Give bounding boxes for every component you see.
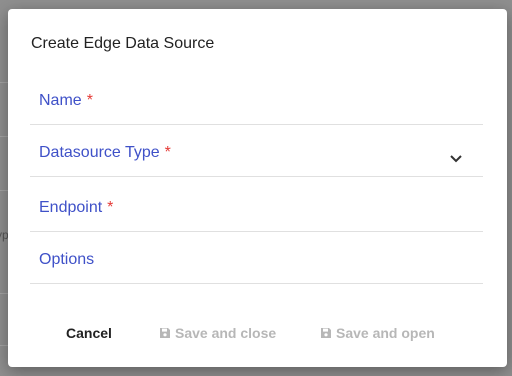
dialog-title: Create Edge Data Source — [31, 35, 215, 52]
endpoint-field-label: Endpoint * — [39, 199, 114, 216]
save-and-open-button[interactable]: Save and open — [320, 322, 435, 344]
background-divider — [0, 190, 8, 191]
background-divider — [0, 136, 8, 137]
name-field[interactable]: Name * — [30, 84, 483, 125]
required-marker: * — [164, 144, 171, 161]
save-and-close-label: Save and close — [175, 325, 277, 341]
save-and-close-button[interactable]: Save and close — [159, 322, 276, 344]
datasource-type-select[interactable]: Datasource Type * — [30, 136, 483, 177]
background-divider — [0, 82, 8, 83]
datasource-type-label: Datasource Type * — [39, 144, 171, 161]
save-and-open-label: Save and open — [336, 325, 435, 341]
chevron-down-icon[interactable] — [449, 154, 463, 164]
required-marker: * — [107, 199, 114, 216]
dialog-actions: Cancel Save and close Save and open — [8, 322, 507, 344]
endpoint-field[interactable]: Endpoint * — [30, 191, 483, 232]
background-divider — [0, 345, 8, 346]
required-marker: * — [86, 92, 93, 109]
floppy-disk-icon — [321, 328, 331, 338]
cancel-button[interactable]: Cancel — [66, 322, 112, 344]
create-edge-data-source-dialog: Create Edge Data Source Name * Datasource… — [8, 9, 507, 367]
options-field-label: Options — [39, 251, 95, 268]
options-field[interactable]: Options — [30, 243, 483, 284]
name-field-label: Name * — [39, 92, 93, 109]
background-divider — [0, 293, 8, 294]
cancel-button-label: Cancel — [66, 325, 112, 341]
floppy-disk-icon — [160, 328, 170, 338]
